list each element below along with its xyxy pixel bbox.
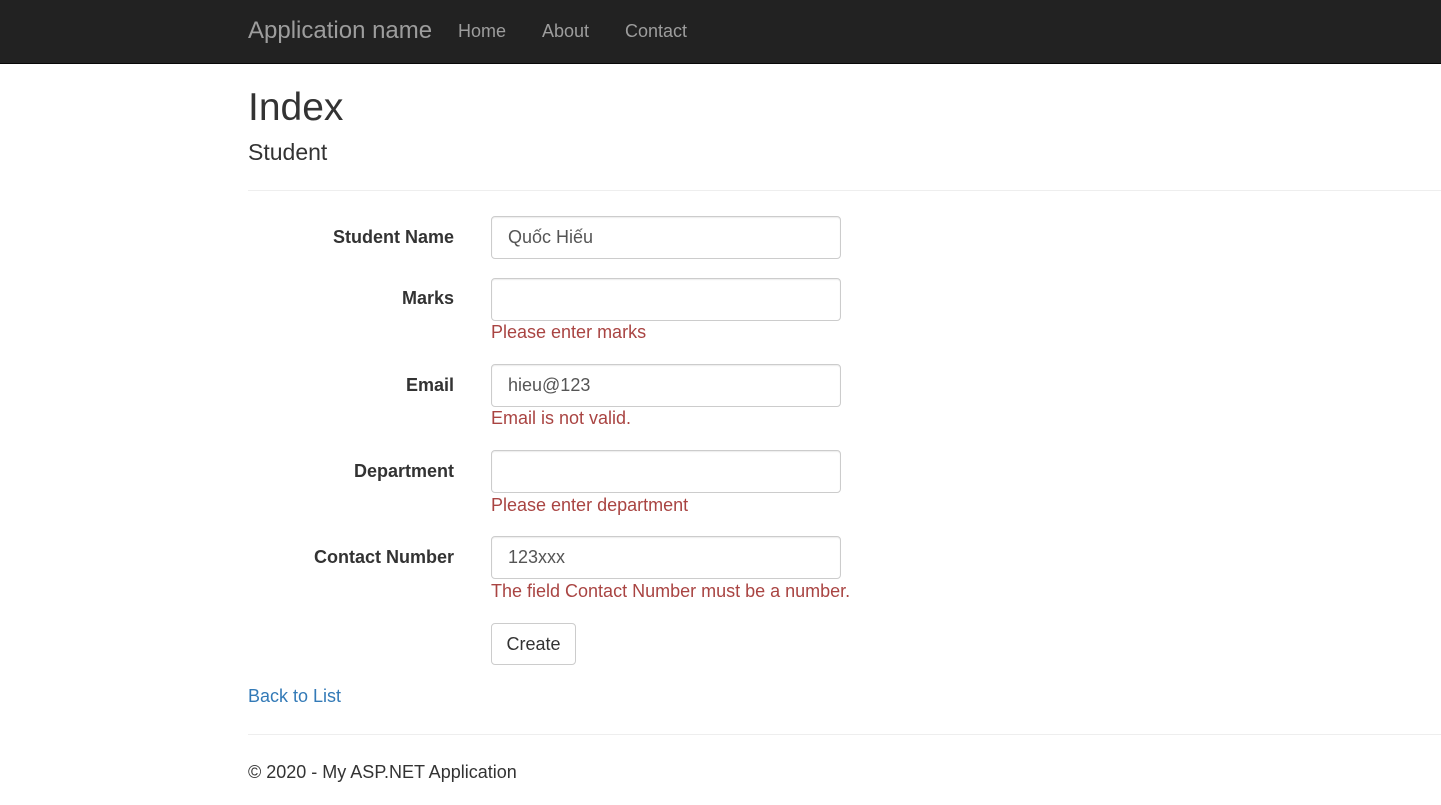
- footer-divider: [248, 734, 1441, 735]
- nav-link-contact[interactable]: Contact: [625, 20, 687, 42]
- marks-input[interactable]: [491, 278, 841, 321]
- student-name-label: Student Name: [332, 227, 454, 247]
- email-error: Email is not valid.: [491, 408, 632, 428]
- contact-number-error: The field Contact Number must be a numbe…: [491, 581, 851, 601]
- contact-number-input[interactable]: [491, 536, 841, 579]
- student-name-input[interactable]: [491, 216, 841, 259]
- email-label: Email: [405, 375, 454, 395]
- page-subtitle: Student: [248, 139, 328, 165]
- navbar: Application name Home About Contact: [0, 0, 1441, 64]
- nav-link-about[interactable]: About: [542, 20, 589, 42]
- contact-number-label: Contact Number: [313, 547, 454, 567]
- header-divider: [248, 190, 1441, 191]
- nav-link-home[interactable]: Home: [458, 20, 506, 42]
- department-label: Department: [353, 461, 454, 481]
- page-title: Index: [248, 86, 344, 129]
- department-error: Please enter department: [491, 495, 689, 515]
- footer-copyright: © 2020 - My ASP.NET Application: [248, 762, 517, 782]
- back-to-list-link[interactable]: Back to List: [248, 685, 341, 707]
- department-input[interactable]: [491, 450, 841, 493]
- brand-link[interactable]: Application name: [248, 17, 432, 45]
- create-button[interactable]: Create: [491, 623, 576, 665]
- email-input[interactable]: [491, 364, 841, 407]
- marks-error: Please enter marks: [491, 322, 647, 342]
- marks-label: Marks: [401, 288, 454, 308]
